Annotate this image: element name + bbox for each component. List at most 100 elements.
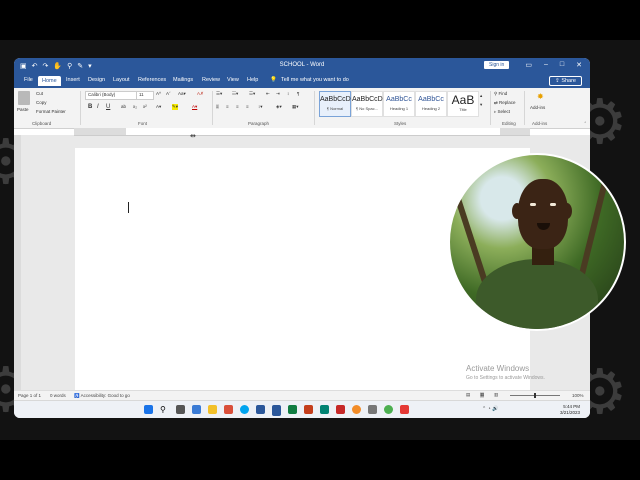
- change-case-icon[interactable]: Aa▾: [178, 91, 186, 97]
- share-button[interactable]: ⇪ Share: [549, 76, 582, 86]
- settings-icon[interactable]: [368, 405, 377, 414]
- page-count[interactable]: Page 1 of 1: [18, 393, 41, 398]
- system-tray[interactable]: ⌃ ◔ 🔊: [482, 406, 498, 412]
- word-count[interactable]: 0 words: [50, 393, 66, 398]
- tab-review[interactable]: Review: [202, 77, 220, 83]
- borders-icon[interactable]: ▦▾: [292, 104, 299, 110]
- add-ins-group-label: Add-ins: [532, 121, 548, 126]
- grow-font-icon[interactable]: A^: [156, 91, 161, 96]
- chrome-icon[interactable]: [384, 405, 393, 414]
- store-icon[interactable]: [256, 405, 265, 414]
- media-player-icon[interactable]: [352, 405, 361, 414]
- multilevel-list-icon[interactable]: ☲▾: [249, 91, 255, 97]
- tab-view[interactable]: View: [227, 77, 239, 83]
- tab-home[interactable]: Home: [38, 76, 61, 86]
- subscript-icon[interactable]: x₂: [133, 104, 137, 109]
- paragraph-group-label: Paragraph: [248, 121, 270, 126]
- bold-button[interactable]: B: [88, 104, 92, 110]
- align-right-icon[interactable]: ≡: [236, 104, 239, 109]
- add-ins-button[interactable]: Add-ins: [530, 105, 545, 110]
- style-title[interactable]: AaB Title: [447, 91, 479, 117]
- align-left-icon[interactable]: ≡: [216, 104, 219, 109]
- ruler-margin-left: [74, 128, 126, 135]
- increase-indent-icon[interactable]: ⇥: [276, 91, 280, 97]
- excel-icon[interactable]: [288, 405, 297, 414]
- shading-icon[interactable]: ◈▾: [276, 104, 282, 110]
- title-bar: ▣ ↶ ↷ ✋ ⚲ ✎ ▾ SCHOOL - Word Sign in ▭ – …: [14, 58, 590, 74]
- copy-button[interactable]: Copy: [36, 100, 47, 105]
- paste-icon[interactable]: [18, 91, 30, 105]
- search-icon[interactable]: ⚲: [160, 405, 169, 414]
- style-heading-2[interactable]: AaBbCc Heading 2: [415, 91, 447, 117]
- zoom-level[interactable]: 100%: [572, 393, 584, 398]
- align-center-icon[interactable]: ≡: [226, 104, 229, 109]
- tab-layout[interactable]: Layout: [113, 77, 130, 83]
- shrink-font-icon[interactable]: Aˇ: [166, 91, 171, 96]
- accessibility-status[interactable]: ♿ Accessibility: Good to go: [74, 393, 130, 399]
- font-size-select[interactable]: 11: [136, 91, 154, 100]
- underline-button[interactable]: U: [106, 104, 110, 110]
- read-mode-icon[interactable]: ▤: [466, 392, 470, 398]
- style-preview: AaBbCcDd: [352, 96, 387, 103]
- paste-button[interactable]: Paste: [17, 107, 29, 112]
- select-button[interactable]: ▹ Select: [494, 109, 510, 115]
- maximize-icon[interactable]: □: [560, 61, 564, 69]
- add-ins-icon[interactable]: ✸: [537, 92, 544, 101]
- collapse-ribbon-icon[interactable]: ˆ: [585, 121, 587, 126]
- clipboard-group-label: Clipboard: [32, 121, 52, 126]
- task-view-icon[interactable]: [176, 405, 185, 414]
- highlight-icon[interactable]: ✎▾: [172, 104, 179, 110]
- styles-scroll-down-icon[interactable]: ▾: [480, 102, 482, 108]
- replace-button[interactable]: ⇄ Replace: [494, 100, 516, 106]
- tab-file[interactable]: File: [24, 77, 33, 83]
- tab-insert[interactable]: Insert: [66, 77, 80, 83]
- photos-icon[interactable]: [224, 405, 233, 414]
- tab-help[interactable]: Help: [247, 77, 258, 83]
- show-paragraph-marks-icon[interactable]: ¶: [297, 91, 299, 96]
- publisher-icon[interactable]: [320, 405, 329, 414]
- style-no-spacing[interactable]: AaBbCcDd ¶ No Spac...: [351, 91, 387, 117]
- text-effects-icon[interactable]: A▾: [156, 104, 161, 110]
- video-letterbox-top: [0, 0, 640, 40]
- vertical-ruler[interactable]: [14, 135, 21, 410]
- tab-mailings[interactable]: Mailings: [173, 77, 193, 83]
- superscript-icon[interactable]: x²: [143, 104, 147, 109]
- find-button[interactable]: ⚲ Find: [494, 91, 507, 97]
- strikethrough-icon[interactable]: ab: [121, 104, 126, 109]
- style-normal[interactable]: AaBbCcDd ¶ Normal: [319, 91, 355, 117]
- sort-icon[interactable]: ↕: [287, 91, 289, 96]
- sign-in-button[interactable]: Sign in: [484, 61, 510, 69]
- app-icon[interactable]: [400, 405, 409, 414]
- edge-icon[interactable]: [240, 405, 249, 414]
- numbering-icon[interactable]: ☷▾: [232, 91, 238, 97]
- tab-references[interactable]: References: [138, 77, 166, 83]
- widgets-icon[interactable]: [192, 405, 201, 414]
- powerpoint-icon[interactable]: [304, 405, 313, 414]
- print-layout-icon[interactable]: ▦: [480, 392, 485, 398]
- start-icon[interactable]: [144, 405, 153, 414]
- close-icon[interactable]: ✕: [576, 61, 582, 69]
- format-painter-button[interactable]: Format Painter: [36, 109, 66, 114]
- font-color-icon[interactable]: A▾: [192, 104, 197, 110]
- zoom-slider-thumb[interactable]: [534, 393, 536, 398]
- tell-me-search[interactable]: Tell me what you want to do: [281, 77, 349, 83]
- style-heading-1[interactable]: AaBbCc Heading 1: [383, 91, 415, 117]
- word-icon[interactable]: [272, 405, 281, 416]
- justify-icon[interactable]: ≡: [246, 104, 249, 109]
- cut-button[interactable]: Cut: [36, 91, 43, 96]
- tab-design[interactable]: Design: [88, 77, 105, 83]
- font-name-select[interactable]: Calibri (Body): [85, 91, 137, 100]
- taskbar-clock[interactable]: 5:44 PM 3/21/2023: [560, 404, 580, 416]
- horizontal-ruler[interactable]: [74, 128, 530, 136]
- italic-button[interactable]: I: [97, 104, 99, 110]
- file-explorer-icon[interactable]: [208, 405, 217, 414]
- ribbon-display-icon[interactable]: ▭: [525, 61, 532, 69]
- decrease-indent-icon[interactable]: ⇤: [266, 91, 270, 97]
- bullets-icon[interactable]: ☰▾: [216, 91, 222, 97]
- web-layout-icon[interactable]: ▥: [494, 392, 498, 398]
- styles-scroll-up-icon[interactable]: ▴: [480, 93, 482, 99]
- clear-formatting-icon[interactable]: A✗: [197, 91, 204, 97]
- pdf-reader-icon[interactable]: [336, 405, 345, 414]
- line-spacing-icon[interactable]: ↕▾: [258, 104, 263, 110]
- minimize-icon[interactable]: –: [544, 61, 548, 69]
